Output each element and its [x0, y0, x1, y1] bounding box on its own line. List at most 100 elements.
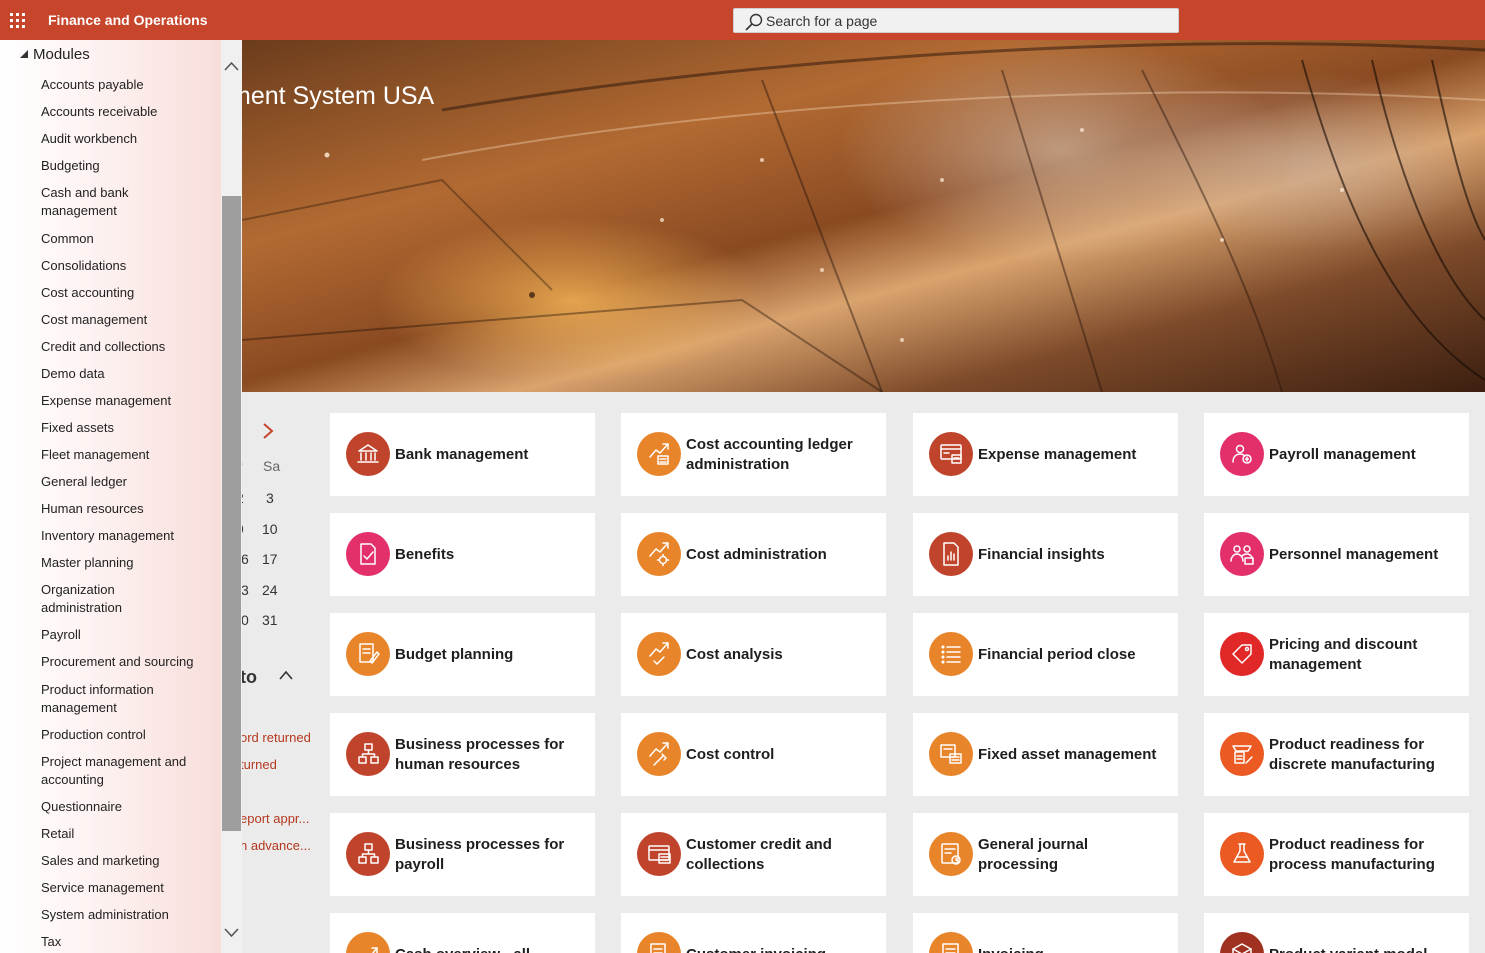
workspace-tile[interactable]: Budget planning	[330, 613, 595, 696]
nav-item-module[interactable]: Tax	[41, 933, 217, 951]
workspace-tile[interactable]: Bank management	[330, 413, 595, 496]
scroll-down-arrow-icon[interactable]	[222, 925, 241, 941]
calendar-day[interactable]: 6	[241, 551, 249, 567]
nav-item-module[interactable]: Production control	[41, 726, 217, 744]
nav-scroll-thumb[interactable]	[222, 196, 241, 831]
workspace-tile[interactable]: Benefits	[330, 513, 595, 596]
budget-planning-icon	[346, 632, 390, 676]
nav-item-module[interactable]: Project management and accounting	[41, 753, 217, 789]
cash-overview-icon	[346, 932, 390, 953]
nav-item-module[interactable]: Audit workbench	[41, 130, 217, 148]
nav-item-module[interactable]: General ledger	[41, 473, 217, 491]
nav-item-module[interactable]: Procurement and sourcing	[41, 653, 217, 671]
nav-item-module[interactable]: Inventory management	[41, 527, 217, 545]
nav-item-module[interactable]: Service management	[41, 879, 217, 897]
workspace-tile[interactable]: Pricing and discount management	[1204, 613, 1469, 696]
nav-item-module[interactable]: Fleet management	[41, 446, 217, 464]
business-process-icon	[346, 732, 390, 776]
workspace-tile[interactable]: Product readiness for process manufactur…	[1204, 813, 1469, 896]
nav-item-module[interactable]: Retail	[41, 825, 217, 843]
nav-item-module[interactable]: Accounts payable	[41, 76, 217, 94]
nav-item-label: Questionnaire	[41, 799, 122, 814]
calendar-day[interactable]: 3	[241, 582, 249, 598]
nav-item-module[interactable]: Budgeting	[41, 157, 217, 175]
scroll-up-arrow-icon[interactable]	[222, 58, 241, 74]
search-box[interactable]	[733, 8, 1179, 33]
workspace-link[interactable]: turned	[240, 757, 277, 772]
nav-item-module[interactable]: Credit and collections	[41, 338, 217, 356]
workspace-tile[interactable]: General journal processing	[913, 813, 1178, 896]
nav-item-module[interactable]: Payroll	[41, 626, 217, 644]
workspace-tile[interactable]: Business processes for payroll	[330, 813, 595, 896]
tile-label: Cash overview - all	[395, 913, 585, 953]
workspace-tile[interactable]: Cash overview - all	[330, 913, 595, 953]
tile-label: Product variant model	[1269, 913, 1459, 953]
workspace-tile[interactable]: Financial period close	[913, 613, 1178, 696]
nav-item-module[interactable]: Expense management	[41, 392, 217, 410]
workspace-tile[interactable]: Payroll management	[1204, 413, 1469, 496]
nav-item-label: management	[41, 700, 117, 715]
workspace-tile[interactable]: Product readiness for discrete manufactu…	[1204, 713, 1469, 796]
calendar-day[interactable]: 17	[262, 551, 278, 567]
calendar-day[interactable]: 0	[241, 612, 249, 628]
navigation-pane: Modules Accounts payable Accounts receiva…	[0, 40, 242, 953]
chevron-right-icon[interactable]	[262, 422, 274, 440]
calendar-day[interactable]: 31	[262, 612, 278, 628]
nav-item-module[interactable]: Sales and marketing	[41, 852, 217, 870]
workspace-tile[interactable]: Product variant model	[1204, 913, 1469, 953]
nav-item-module[interactable]: Cost management	[41, 311, 217, 329]
nav-item-module[interactable]: Questionnaire	[41, 798, 217, 816]
app-title[interactable]: Finance and Operations	[48, 12, 207, 28]
journal-icon	[929, 832, 973, 876]
nav-item-label: Master planning	[41, 555, 134, 570]
nav-item-label: Service management	[41, 880, 164, 895]
modules-header[interactable]: Modules	[20, 46, 90, 63]
workspace-link[interactable]: ord returned	[240, 730, 311, 745]
workspace-tile[interactable]: Fixed asset management	[913, 713, 1178, 796]
nav-item-label: Demo data	[41, 366, 105, 381]
collapse-triangle-icon	[20, 50, 28, 58]
workspace-tile[interactable]: Customer credit and collections	[621, 813, 886, 896]
workspace-tile[interactable]: Expense management	[913, 413, 1178, 496]
tile-label: Budget planning	[395, 645, 514, 663]
workspace-tile[interactable]: Invoicing	[913, 913, 1178, 953]
cost-control-icon	[637, 732, 681, 776]
workspace-link[interactable]: n advance...	[240, 838, 311, 853]
nav-item-label: Credit and collections	[41, 339, 166, 354]
workspace-tile[interactable]: Cost administration	[621, 513, 886, 596]
calendar-day-header: Sa	[263, 458, 281, 474]
nav-item-module[interactable]: Cost accounting	[41, 284, 217, 302]
workspace-tile[interactable]: Customer invoicing	[621, 913, 886, 953]
tile-label: Cost administration	[686, 545, 827, 563]
nav-item-module[interactable]: Accounts receivable	[41, 103, 217, 121]
tile-label: Invoicing	[978, 913, 1168, 953]
workspace-tile[interactable]: Cost analysis	[621, 613, 886, 696]
app-launcher-icon[interactable]	[10, 13, 25, 28]
workspace-tile[interactable]: Financial insights	[913, 513, 1178, 596]
nav-item-module[interactable]: Fixed assets	[41, 419, 217, 437]
workspace-tile[interactable]: Cost control	[621, 713, 886, 796]
calendar-day[interactable]: 24	[262, 582, 278, 598]
nav-item-module[interactable]: Common	[41, 230, 217, 248]
nav-item-module[interactable]: System administration	[41, 906, 217, 924]
fixed-asset-icon	[929, 732, 973, 776]
search-input[interactable]	[766, 9, 1166, 32]
nav-item-module[interactable]: Master planning	[41, 554, 217, 572]
calendar-day[interactable]: 10	[262, 521, 278, 537]
nav-item-module[interactable]: Product information management	[41, 681, 217, 717]
product-variant-icon	[1220, 932, 1264, 953]
tile-label: Pricing and discount management	[1269, 635, 1418, 673]
workspace-tile[interactable]: Personnel management	[1204, 513, 1469, 596]
nav-item-module[interactable]: Cash and bank management	[41, 184, 217, 220]
chevron-up-icon[interactable]	[278, 669, 294, 681]
tile-label: Cost analysis	[686, 645, 783, 663]
workspace-tile[interactable]: Cost accounting ledger administration	[621, 413, 886, 496]
nav-item-module[interactable]: Organization administration	[41, 581, 217, 617]
nav-item-module[interactable]: Consolidations	[41, 257, 217, 275]
workspace-link[interactable]: eport appr...	[240, 811, 309, 826]
calendar-day[interactable]: 3	[266, 490, 274, 506]
nav-item-module[interactable]: Demo data	[41, 365, 217, 383]
nav-item-module[interactable]: Human resources	[41, 500, 217, 518]
workspace-tile[interactable]: Business processes for human resources	[330, 713, 595, 796]
tile-label: Expense management	[978, 445, 1137, 463]
